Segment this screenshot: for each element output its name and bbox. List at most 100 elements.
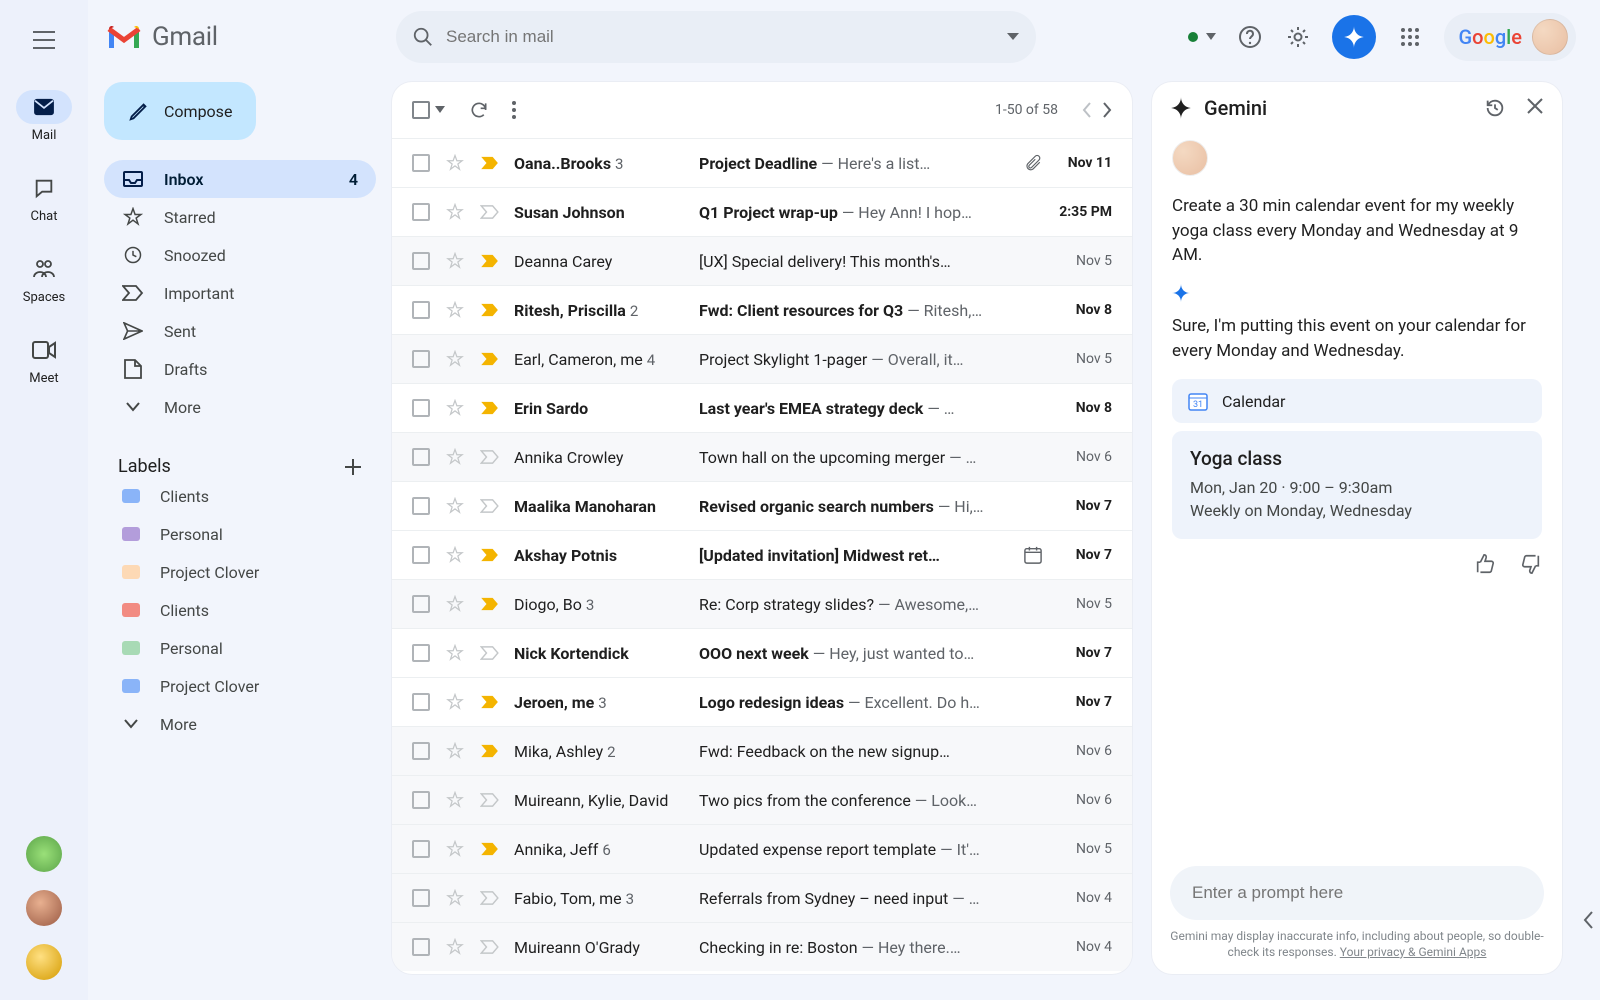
star-toggle[interactable] bbox=[446, 203, 466, 221]
importance-marker[interactable] bbox=[480, 744, 500, 758]
star-toggle[interactable] bbox=[446, 644, 466, 662]
row-checkbox[interactable] bbox=[412, 203, 430, 221]
gemini-prompt-input[interactable] bbox=[1170, 866, 1544, 920]
nav-item-starred[interactable]: Starred bbox=[104, 198, 376, 236]
label-item[interactable]: Project Clover bbox=[104, 553, 376, 591]
row-checkbox[interactable] bbox=[412, 448, 430, 466]
avatar[interactable] bbox=[26, 836, 62, 872]
star-toggle[interactable] bbox=[446, 889, 466, 907]
nav-item-drafts[interactable]: Drafts bbox=[104, 350, 376, 388]
mail-row[interactable]: Muireann, Kylie, DavidTwo pics from the … bbox=[392, 775, 1132, 824]
row-checkbox[interactable] bbox=[412, 154, 430, 172]
star-toggle[interactable] bbox=[446, 693, 466, 711]
nav-item-inbox[interactable]: Inbox 4 bbox=[104, 160, 376, 198]
help-button[interactable] bbox=[1236, 23, 1264, 51]
mail-row[interactable]: Maalika ManoharanRevised organic search … bbox=[392, 481, 1132, 530]
labels-more[interactable]: More bbox=[104, 705, 376, 743]
importance-marker[interactable] bbox=[480, 646, 500, 660]
importance-marker[interactable] bbox=[480, 597, 500, 611]
mail-row[interactable]: Nick KortendickOOO next week — Hey, just… bbox=[392, 628, 1132, 677]
mail-row[interactable]: Annika CrowleyTown hall on the upcoming … bbox=[392, 432, 1132, 481]
gemini-privacy-link[interactable]: Your privacy & Gemini Apps bbox=[1340, 945, 1487, 959]
avatar[interactable] bbox=[26, 890, 62, 926]
settings-button[interactable] bbox=[1284, 23, 1312, 51]
row-checkbox[interactable] bbox=[412, 252, 430, 270]
search-options-icon[interactable] bbox=[1006, 32, 1020, 42]
next-page-button[interactable] bbox=[1102, 102, 1112, 118]
gemini-history-button[interactable] bbox=[1484, 97, 1506, 119]
row-checkbox[interactable] bbox=[412, 742, 430, 760]
label-item[interactable]: Personal bbox=[104, 629, 376, 667]
nav-item-sent[interactable]: Sent bbox=[104, 312, 376, 350]
star-toggle[interactable] bbox=[446, 938, 466, 956]
mail-row[interactable]: Deanna Carey[UX] Special delivery! This … bbox=[392, 236, 1132, 285]
search-bar[interactable] bbox=[396, 11, 1036, 63]
importance-marker[interactable] bbox=[480, 156, 500, 170]
mail-row[interactable]: Earl, Cameron, me 4Project Skylight 1-pa… bbox=[392, 334, 1132, 383]
row-checkbox[interactable] bbox=[412, 546, 430, 564]
more-actions-button[interactable] bbox=[511, 100, 517, 120]
label-item[interactable]: Clients bbox=[104, 477, 376, 515]
row-checkbox[interactable] bbox=[412, 301, 430, 319]
mail-row[interactable]: Jeroen, me 3Logo redesign ideas — Excell… bbox=[392, 677, 1132, 726]
gemini-close-button[interactable] bbox=[1526, 97, 1544, 119]
importance-marker[interactable] bbox=[480, 352, 500, 366]
apps-button[interactable] bbox=[1396, 23, 1424, 51]
refresh-button[interactable] bbox=[469, 100, 489, 120]
rail-item-spaces[interactable]: Spaces bbox=[16, 252, 72, 305]
mail-row[interactable]: Annika, Jeff 6Updated expense report tem… bbox=[392, 824, 1132, 873]
importance-marker[interactable] bbox=[480, 842, 500, 856]
star-toggle[interactable] bbox=[446, 742, 466, 760]
importance-marker[interactable] bbox=[480, 891, 500, 905]
thumbs-down-button[interactable] bbox=[1520, 553, 1542, 575]
label-item[interactable]: Project Clover bbox=[104, 667, 376, 705]
row-checkbox[interactable] bbox=[412, 938, 430, 956]
search-input[interactable] bbox=[434, 27, 1006, 47]
rail-item-mail[interactable]: Mail bbox=[16, 90, 72, 143]
mail-row[interactable]: Ritesh, Priscilla 2Fwd: Client resources… bbox=[392, 285, 1132, 334]
account-switcher[interactable]: Google bbox=[1444, 13, 1576, 61]
star-toggle[interactable] bbox=[446, 497, 466, 515]
importance-marker[interactable] bbox=[480, 940, 500, 954]
select-all[interactable] bbox=[412, 101, 447, 119]
importance-marker[interactable] bbox=[480, 401, 500, 415]
rail-item-meet[interactable]: Meet bbox=[16, 333, 72, 386]
star-toggle[interactable] bbox=[446, 301, 466, 319]
importance-marker[interactable] bbox=[480, 205, 500, 219]
nav-item-important[interactable]: Important bbox=[104, 274, 376, 312]
mail-row[interactable]: Muireann O'GradyChecking in re: Boston —… bbox=[392, 922, 1132, 971]
label-item[interactable]: Clients bbox=[104, 591, 376, 629]
star-toggle[interactable] bbox=[446, 840, 466, 858]
star-toggle[interactable] bbox=[446, 448, 466, 466]
label-item[interactable]: Personal bbox=[104, 515, 376, 553]
star-toggle[interactable] bbox=[446, 399, 466, 417]
nav-item-snoozed[interactable]: Snoozed bbox=[104, 236, 376, 274]
row-checkbox[interactable] bbox=[412, 350, 430, 368]
mail-row[interactable]: Fabio, Tom, me 3Referrals from Sydney – … bbox=[392, 873, 1132, 922]
compose-button[interactable]: Compose bbox=[104, 82, 256, 140]
importance-marker[interactable] bbox=[480, 695, 500, 709]
mail-row[interactable]: Erin SardoLast year's EMEA strategy deck… bbox=[392, 383, 1132, 432]
row-checkbox[interactable] bbox=[412, 399, 430, 417]
star-toggle[interactable] bbox=[446, 350, 466, 368]
star-toggle[interactable] bbox=[446, 252, 466, 270]
mail-rows[interactable]: Oana..Brooks 3Project Deadline — Here's … bbox=[392, 138, 1132, 974]
gemini-button[interactable] bbox=[1332, 15, 1376, 59]
importance-marker[interactable] bbox=[480, 450, 500, 464]
row-checkbox[interactable] bbox=[412, 840, 430, 858]
mail-row[interactable]: Oana..Brooks 3Project Deadline — Here's … bbox=[392, 138, 1132, 187]
rail-item-chat[interactable]: Chat bbox=[16, 171, 72, 224]
status-indicator[interactable] bbox=[1188, 32, 1216, 42]
calendar-event-card[interactable]: Yoga class Mon, Jan 20 · 9:00 – 9:30am W… bbox=[1172, 431, 1542, 538]
mail-row[interactable]: Mika, Ashley 2Fwd: Feedback on the new s… bbox=[392, 726, 1132, 775]
star-toggle[interactable] bbox=[446, 154, 466, 172]
row-checkbox[interactable] bbox=[412, 889, 430, 907]
star-toggle[interactable] bbox=[446, 595, 466, 613]
avatar[interactable] bbox=[26, 944, 62, 980]
star-toggle[interactable] bbox=[446, 546, 466, 564]
add-label-button[interactable] bbox=[344, 458, 362, 476]
thumbs-up-button[interactable] bbox=[1474, 553, 1496, 575]
mail-row[interactable]: Akshay Potnis[Updated invitation] Midwes… bbox=[392, 530, 1132, 579]
side-panel-toggle[interactable] bbox=[1582, 910, 1596, 930]
main-menu-button[interactable] bbox=[20, 16, 68, 64]
